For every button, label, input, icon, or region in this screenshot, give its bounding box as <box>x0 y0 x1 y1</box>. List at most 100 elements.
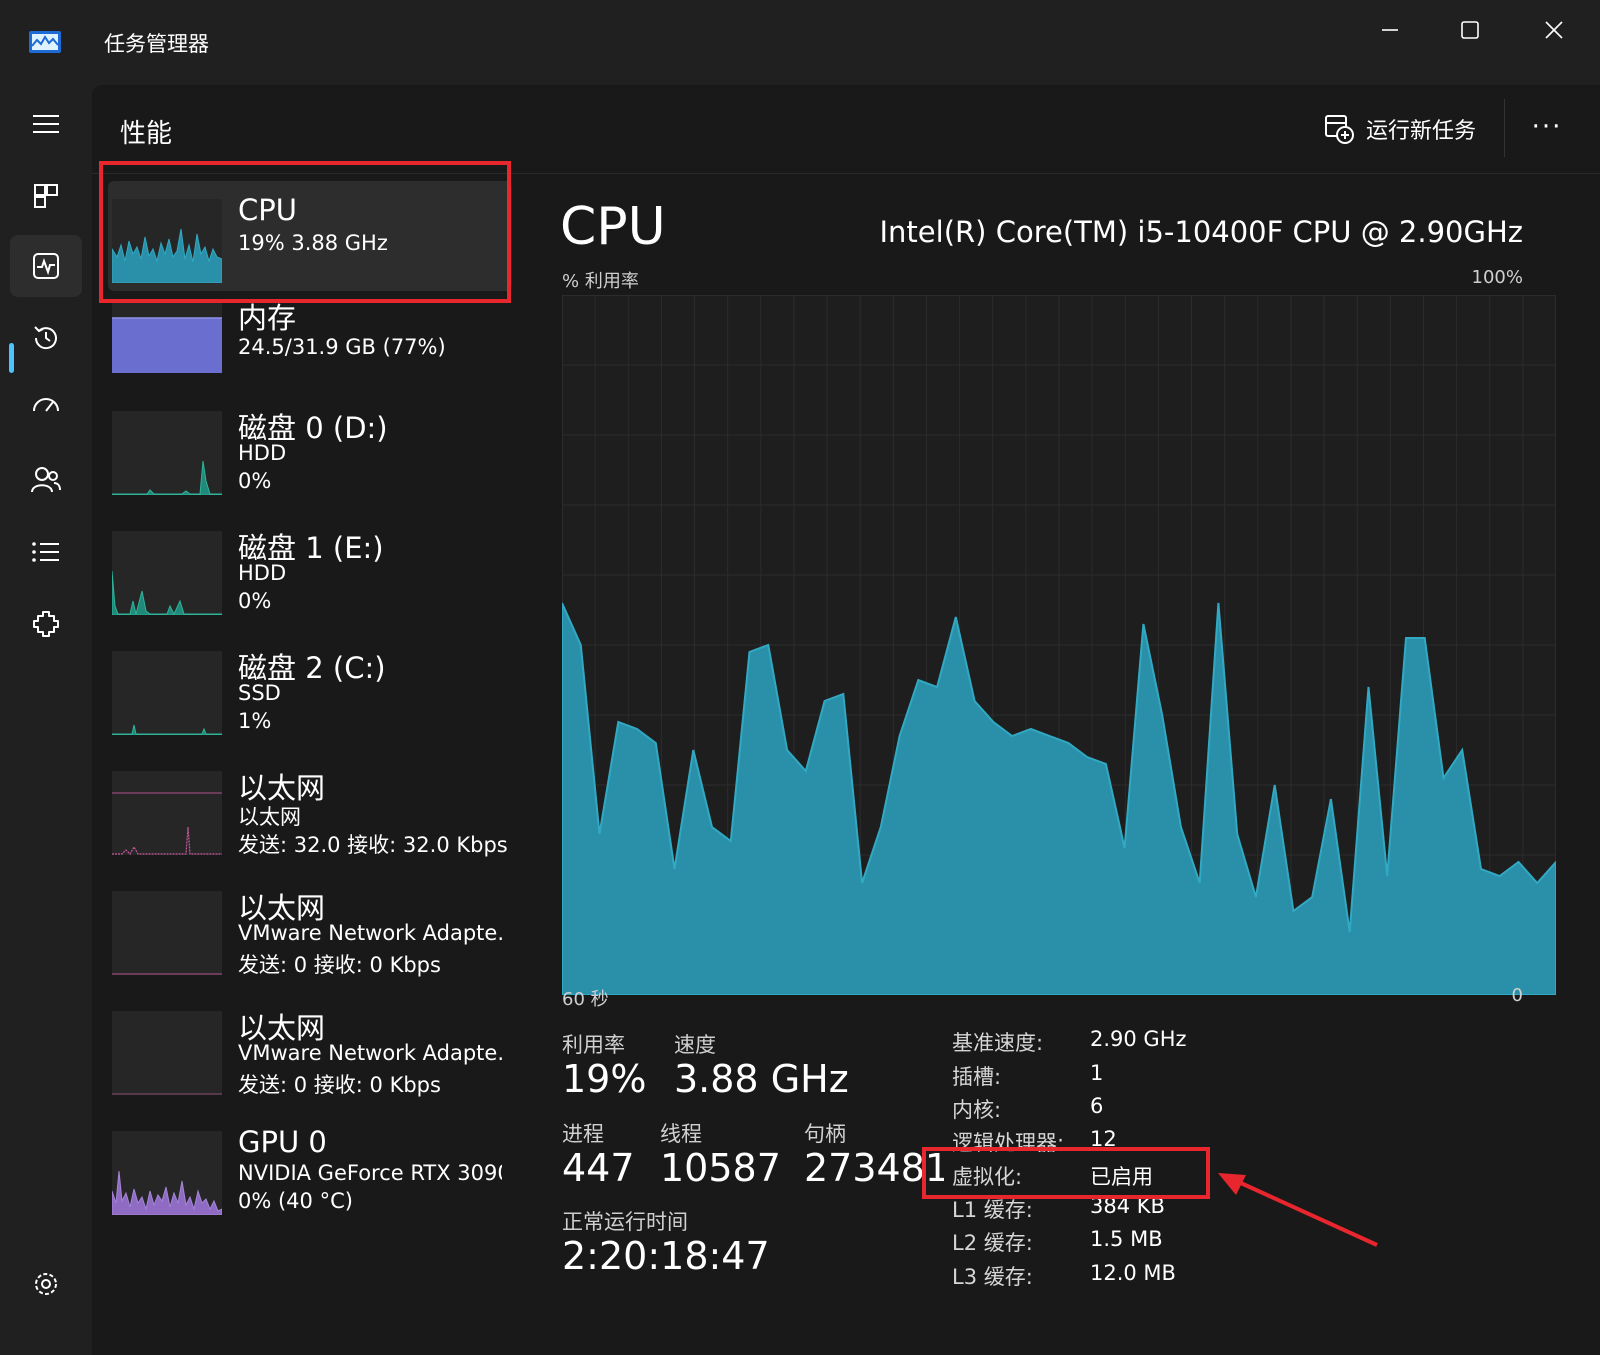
info-value: 1.5 MB <box>1090 1227 1163 1251</box>
device-line1: SSD <box>238 681 281 705</box>
performance-icon <box>33 253 59 279</box>
device-memory[interactable]: 内存 24.5/31.9 GB (77%) <box>108 295 512 405</box>
device-line2: 0% <box>238 589 272 613</box>
nav-performance[interactable] <box>10 235 82 297</box>
uptime-label: 正常运行时间 <box>562 1210 688 1234</box>
info-value: 2.90 GHz <box>1090 1027 1187 1051</box>
header-divider <box>1504 99 1505 157</box>
info-key: 基准速度: <box>952 1031 1044 1055</box>
device-line1: 以太网 <box>238 805 301 829</box>
device-line1: HDD <box>238 441 287 465</box>
hamburger-menu-button[interactable] <box>10 93 82 155</box>
device-line1: NVIDIA GeForce RTX 3090 <box>238 1161 502 1185</box>
device-disk-0[interactable]: 磁盘 0 (D:) HDD 0% <box>108 405 512 515</box>
nav-services[interactable] <box>10 593 82 655</box>
processes-icon <box>34 184 58 208</box>
device-line2: 0% (40 °C) <box>238 1189 353 1213</box>
title-bar: 任务管理器 <box>0 0 1600 85</box>
threads-value: 10587 <box>660 1146 781 1190</box>
device-line1: VMware Network Adapte. <box>238 921 505 945</box>
device-line1: VMware Network Adapte. <box>238 1041 505 1065</box>
device-line2: 1% <box>238 709 272 733</box>
minimize-icon <box>1382 29 1398 31</box>
ethernet3-thumbnail-graph <box>112 1011 222 1095</box>
processes-label: 进程 <box>562 1122 604 1146</box>
app-history-icon <box>34 326 57 350</box>
disk2-thumbnail-graph <box>112 651 222 735</box>
device-disk-2[interactable]: 磁盘 2 (C:) SSD 1% <box>108 645 512 755</box>
annotation-arrow-icon <box>1218 1173 1378 1247</box>
details-icon <box>32 542 59 562</box>
device-ethernet-2[interactable]: 以太网 VMware Network Adapte. 发送: 0 接收: 0 K… <box>108 885 512 995</box>
run-new-task-label: 运行新任务 <box>1366 119 1477 144</box>
nav-users[interactable] <box>10 449 82 511</box>
x-axis-right-label: 0 <box>1511 985 1523 1006</box>
cpu-utilization-graph <box>562 295 1556 995</box>
ethernet2-thumbnail-graph <box>112 891 222 975</box>
run-new-task-icon <box>1325 115 1354 144</box>
close-button[interactable] <box>1524 10 1584 50</box>
detail-title: CPU <box>560 197 666 257</box>
close-icon <box>1545 21 1563 39</box>
virtualization-highlight-annotation <box>922 1147 1210 1199</box>
memory-thumbnail-graph <box>112 301 222 373</box>
handles-label: 句柄 <box>804 1122 846 1146</box>
disk1-thumbnail-graph <box>112 531 222 615</box>
maximize-icon <box>1461 21 1479 39</box>
device-ethernet-1[interactable]: 以太网 以太网 发送: 32.0 接收: 32.0 Kbps <box>108 765 512 875</box>
nav-startup-apps[interactable] <box>10 377 82 439</box>
cpu-model-name: Intel(R) Core(TM) i5-10400F CPU @ 2.90GH… <box>879 215 1524 249</box>
minimize-button[interactable] <box>1360 10 1420 50</box>
device-gpu-0[interactable]: GPU 0 NVIDIA GeForce RTX 3090 0% (40 °C) <box>108 1125 512 1235</box>
info-key: L3 缓存: <box>952 1265 1033 1289</box>
window-title: 任务管理器 <box>104 32 209 56</box>
info-key: 内核: <box>952 1098 1002 1122</box>
settings-icon <box>35 1273 57 1295</box>
navigation-sidebar <box>0 85 92 1355</box>
info-key: 插槽: <box>952 1065 1002 1089</box>
uptime-value: 2:20:18:47 <box>562 1234 770 1278</box>
device-line1: 24.5/31.9 GB (77%) <box>238 335 446 359</box>
device-line2: 发送: 0 接收: 0 Kbps <box>238 1073 441 1097</box>
x-axis-left-label: 60 秒 <box>562 989 609 1010</box>
threads-label: 线程 <box>660 1122 702 1146</box>
startup-apps-icon <box>33 398 59 412</box>
users-icon <box>31 467 61 493</box>
main-content: 性能 运行新任务 ··· CPU 19% 3.88 GHz 内存 24.5/31… <box>92 85 1600 1355</box>
y-axis-label: % 利用率 <box>562 271 639 292</box>
page-title: 性能 <box>120 119 173 149</box>
hamburger-icon <box>33 115 59 133</box>
disk0-thumbnail-graph <box>112 411 222 495</box>
device-ethernet-3[interactable]: 以太网 VMware Network Adapte. 发送: 0 接收: 0 K… <box>108 1005 512 1115</box>
task-manager-window: 任务管理器 性能 运行新任务 ··· CPU 19% 3.88 GHz 内存 2… <box>0 0 1600 1355</box>
device-line2: 0% <box>238 469 272 493</box>
info-key: L2 缓存: <box>952 1231 1033 1255</box>
services-icon <box>33 611 59 637</box>
device-line2: 发送: 32.0 接收: 32.0 Kbps <box>238 833 508 857</box>
run-new-task-button[interactable]: 运行新任务 <box>1324 107 1476 151</box>
info-value: 6 <box>1090 1094 1104 1118</box>
gpu-thumbnail-graph <box>112 1131 222 1215</box>
device-disk-1[interactable]: 磁盘 1 (E:) HDD 0% <box>108 525 512 635</box>
task-manager-app-icon <box>29 31 61 53</box>
processes-value: 447 <box>562 1146 635 1190</box>
device-line2: 发送: 0 接收: 0 Kbps <box>238 953 441 977</box>
info-value: 12.0 MB <box>1090 1261 1176 1285</box>
device-list: CPU 19% 3.88 GHz 内存 24.5/31.9 GB (77%) 磁… <box>92 175 522 1355</box>
info-value: 1 <box>1090 1061 1104 1085</box>
device-name: GPU 0 <box>238 1125 327 1159</box>
nav-settings[interactable] <box>10 1253 82 1315</box>
speed-label: 速度 <box>674 1033 716 1057</box>
ethernet1-thumbnail-graph <box>112 771 222 855</box>
more-options-button[interactable]: ··· <box>1522 107 1572 147</box>
utilization-label: 利用率 <box>562 1033 625 1057</box>
nav-app-history[interactable] <box>10 307 82 369</box>
speed-value: 3.88 GHz <box>674 1057 849 1101</box>
cpu-highlight-annotation <box>99 161 511 303</box>
maximize-button[interactable] <box>1440 10 1500 50</box>
nav-processes[interactable] <box>10 165 82 227</box>
nav-details[interactable] <box>10 521 82 583</box>
y-max-label: 100% <box>1471 267 1523 288</box>
utilization-value: 19% <box>562 1057 647 1101</box>
device-line1: HDD <box>238 561 287 585</box>
